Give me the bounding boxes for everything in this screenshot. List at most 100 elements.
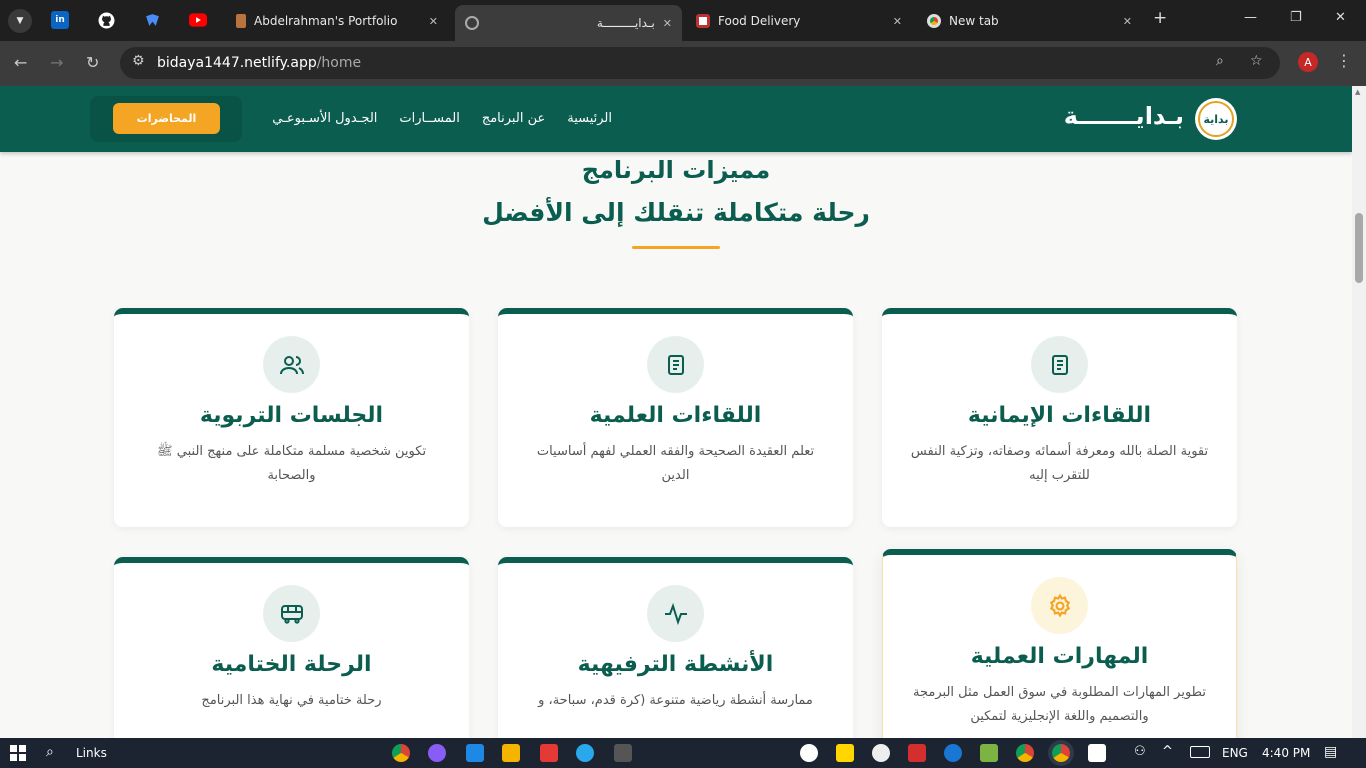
nav-home[interactable]: الرئيسية [567,111,612,126]
search-icon[interactable]: ⌕ [46,744,54,760]
card-description: تكوين شخصية مسلمة متكاملة على منهج النبي… [156,444,427,483]
scroll-up-arrow-icon[interactable]: ▲ [1355,88,1360,96]
app-taskbar-icon[interactable] [944,744,962,762]
windows-start-icon[interactable] [10,745,26,761]
card-description: ممارسة أنشطة رياضية متنوعة (كرة قدم، سبا… [538,693,813,708]
gear-icon [1049,593,1070,617]
pinned-tab-bookmark[interactable] [143,11,161,29]
tab-portfolio[interactable]: Abdelrahman's Portfolio ✕ [226,6,448,36]
zoom-icon[interactable]: ⌕ [1216,53,1224,69]
forward-button[interactable]: → [50,53,63,72]
close-tab-icon[interactable]: ✕ [429,15,438,28]
telegram-taskbar-icon[interactable] [576,744,594,762]
github-icon [98,12,114,28]
book-icon [667,354,684,375]
card-title: اللقاءات الإيمانية [967,403,1152,428]
nav-schedule[interactable]: الجـدول الأسـبوعـي [272,111,377,126]
address-bar[interactable]: ⚙ bidaya1447.netlify.app/home ⌕ ☆ [120,47,1280,79]
page-scrollbar[interactable]: ▲ [1352,86,1366,738]
tab-search-button[interactable]: ▼ [8,9,32,33]
app-taskbar-icon[interactable] [800,744,818,762]
pinned-tab-youtube[interactable] [189,11,207,29]
portfolio-favicon-icon [236,14,246,28]
feature-card: الرحلة الختامية رحلة ختامية في نهاية هذا… [114,557,469,738]
file-explorer-taskbar-icon[interactable] [502,744,520,762]
nav-tracks[interactable]: المســارات [399,111,459,126]
site-brand-name[interactable]: بـدايـــــــة [1064,102,1184,130]
url-path: /home [316,55,362,71]
app-taskbar-icon[interactable] [980,744,998,762]
app-taskbar-icon[interactable] [872,744,890,762]
minimize-button[interactable]: — [1244,10,1257,25]
restore-button[interactable]: ❐ [1290,10,1302,25]
main-nav: الرئيسية عن البرنامج المســارات الجـدول … [240,111,612,126]
language-indicator[interactable]: ENG [1222,746,1248,760]
title-underline [632,246,720,249]
people-icon[interactable]: ⚇ [1134,744,1146,759]
chrome-taskbar-icon[interactable] [392,744,410,762]
logo-emblem: بداية [1198,101,1234,137]
menu-kebab-icon[interactable]: ⋮ [1336,51,1352,70]
page-viewport: بداية بـدايـــــــة الرئيسية عن البرنامج… [0,86,1366,738]
bus-icon [280,604,303,624]
activity-icon [664,602,687,625]
chevron-up-icon[interactable]: ^ [1162,744,1173,759]
nav-about[interactable]: عن البرنامج [482,111,545,126]
scrollbar-thumb[interactable] [1355,213,1363,283]
site-navbar: بداية بـدايـــــــة الرئيسية عن البرنامج… [0,86,1352,152]
card-title: الأنشطة الترفيهية [577,652,774,677]
card-description: تعلم العقيدة الصحيحة والفقه العملي لفهم … [536,444,815,483]
chrome-active-taskbar-icon[interactable] [1052,744,1070,762]
app-taskbar-icon[interactable] [540,744,558,762]
site-logo[interactable]: بداية [1195,98,1237,140]
clock[interactable]: 4:40 PM [1262,746,1310,760]
bookmark-icon [145,13,159,26]
url-host: bidaya1447.netlify.app [157,55,317,71]
app-taskbar-icon[interactable] [1088,744,1106,762]
feature-card: الجلسات التربوية تكوين شخصية مسلمة متكام… [114,308,469,527]
card-description: تطوير المهارات المطلوبة في سوق العمل مثل… [913,685,1206,724]
close-window-button[interactable]: ✕ [1335,10,1346,25]
site-info-icon[interactable]: ⚙ [132,53,145,69]
notifications-icon[interactable]: ▤ [1324,744,1337,760]
card-title: اللقاءات العلمية [589,403,762,428]
new-tab-button[interactable]: + [1153,8,1167,28]
close-tab-icon[interactable]: ✕ [663,17,672,30]
back-button[interactable]: ← [14,53,27,72]
chevron-down-icon: ▼ [16,16,24,26]
globe-icon [465,16,479,30]
windows-taskbar: ⌕ Links ⚇ ^ ENG 4:40 PM ▤ [0,738,1366,768]
close-tab-icon[interactable]: ✕ [893,15,902,28]
app-taskbar-icon[interactable] [428,744,446,762]
card-title: الجلسات التربوية [199,403,384,428]
close-tab-icon[interactable]: ✕ [1123,15,1132,28]
app-taskbar-icon[interactable] [614,744,632,762]
chrome-taskbar-icon[interactable] [1016,744,1034,762]
tab-food-delivery[interactable]: Food Delivery ✕ [686,6,912,36]
app-taskbar-icon[interactable] [908,744,926,762]
taskbar-search-label[interactable]: Links [76,746,107,760]
lectures-button[interactable]: المحاضرات [113,103,220,134]
profile-avatar[interactable]: A [1298,52,1318,72]
pinned-tab-linkedin[interactable]: in [51,11,69,29]
section-title: مميزات البرنامج [581,156,771,184]
tab-new-tab[interactable]: New tab ✕ [917,6,1142,36]
feature-card: اللقاءات العلمية تعلم العقيدة الصحيحة وا… [498,308,853,527]
linkedin-icon: in [55,15,65,25]
feature-card-highlighted: المهارات العملية تطوير المهارات المطلوبة… [882,549,1237,738]
browser-toolbar: ← → ↻ ⚙ bidaya1447.netlify.app/home ⌕ ☆ … [0,41,1366,86]
chrome-icon [927,14,941,28]
feature-card: الأنشطة الترفيهية ممارسة أنشطة رياضية مت… [498,557,853,738]
feature-card: اللقاءات الإيمانية تقوية الصلة بالله ومع… [882,308,1237,527]
tab-bidaya[interactable]: بـدايـــــــــة ✕ [455,5,682,41]
keyboard-icon[interactable] [1190,746,1210,758]
pinned-tab-github[interactable] [97,11,115,29]
vscode-taskbar-icon[interactable] [466,744,484,762]
section-subtitle: رحلة متكاملة تنقلك إلى الأفضل [482,198,870,227]
sticky-notes-taskbar-icon[interactable] [836,744,854,762]
users-icon [279,355,304,374]
youtube-icon [189,13,207,27]
card-description: رحلة ختامية في نهاية هذا البرنامج [201,693,382,708]
reload-button[interactable]: ↻ [86,53,99,72]
star-bookmark-icon[interactable]: ☆ [1250,53,1263,69]
